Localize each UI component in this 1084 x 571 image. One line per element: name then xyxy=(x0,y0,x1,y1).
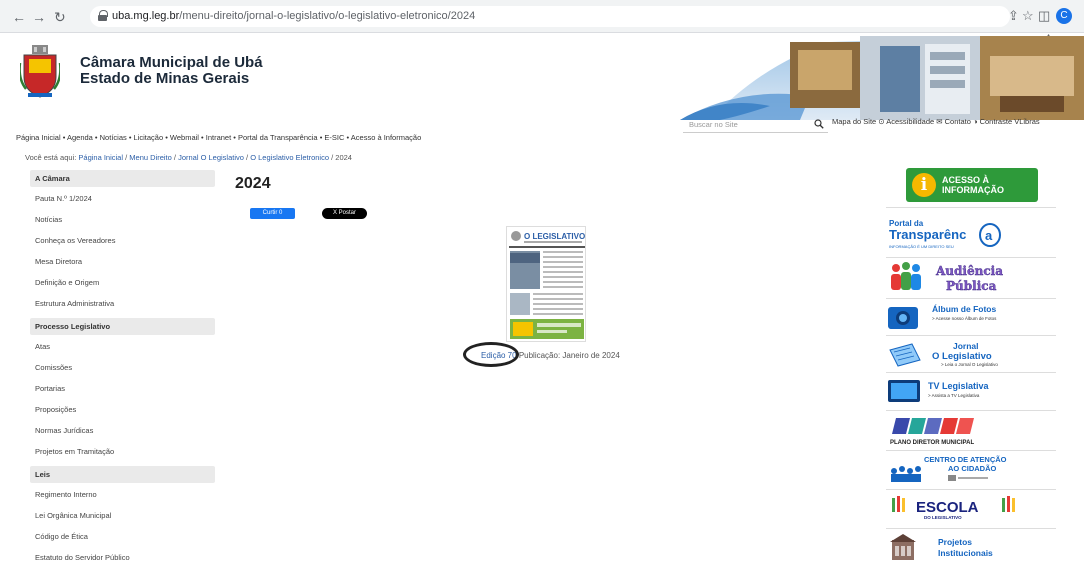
svg-text:CENTRO DE ATENÇÃO: CENTRO DE ATENÇÃO xyxy=(924,455,1007,464)
svg-text:AO CIDADÃO: AO CIDADÃO xyxy=(948,464,996,473)
browser-toolbar: ← → ↻ uba.mg.leg.br/menu-direito/jornal-… xyxy=(0,0,1084,33)
sidebar-item-vereadores[interactable]: Conheça os Vereadores xyxy=(30,229,215,250)
svg-text:ESCOLA: ESCOLA xyxy=(916,499,979,516)
profile-avatar[interactable]: C xyxy=(1056,8,1072,24)
breadcrumb-menu-direito[interactable]: Menu Direito xyxy=(129,153,172,162)
svg-text:Audiência: Audiência xyxy=(935,264,1003,278)
plano-diretor-banner[interactable]: PLANO DIRETOR MUNICIPAL xyxy=(886,414,1056,448)
sidebar-item-projetos-tramitacao[interactable]: Projetos em Tramitação xyxy=(30,440,215,461)
svg-text:> Assista a TV Legislativa: > Assista a TV Legislativa xyxy=(928,393,980,398)
breadcrumb-home[interactable]: Página Inicial xyxy=(78,153,123,162)
newspaper-cover-image: O LEGISLATIVO xyxy=(507,227,585,341)
album-fotos-banner[interactable]: Álbum de Fotos > Acesse nosso Álbum de F… xyxy=(886,301,1056,333)
breadcrumb: Você está aqui: Página Inicial / Menu Di… xyxy=(25,153,352,162)
sidebar-item-pauta[interactable]: Pauta N.º 1/2024 xyxy=(30,187,215,208)
sidebar-item-proposicoes[interactable]: Proposições xyxy=(30,398,215,419)
svg-text:O Legislativo: O Legislativo xyxy=(932,351,992,362)
svg-text:Transparênc: Transparênc xyxy=(889,227,966,242)
svg-text:DO LEGISLATIVO: DO LEGISLATIVO xyxy=(924,515,962,520)
svg-text:a: a xyxy=(985,228,993,243)
main-navigation[interactable]: Página Inicial • Agenda • Notícias • Lic… xyxy=(16,133,421,142)
left-sidebar: A Câmara Pauta N.º 1/2024 Notícias Conhe… xyxy=(30,170,215,567)
svg-text:INFORMAÇÃO É UM DIREITO SEU: INFORMAÇÃO É UM DIREITO SEU xyxy=(889,244,954,249)
facebook-like-button[interactable]: Curtir 0 xyxy=(250,208,295,219)
sidebar-item-normas[interactable]: Normas Jurídicas xyxy=(30,419,215,440)
projetos-institucionais-banner[interactable]: Projetos Institucionais xyxy=(886,532,1056,566)
svg-text:> Acesse nosso Álbum de Fotos: > Acesse nosso Álbum de Fotos xyxy=(932,315,997,321)
search-icon[interactable] xyxy=(814,119,824,129)
svg-text:Álbum de Fotos: Álbum de Fotos xyxy=(932,304,996,314)
sidebar-item-mesa-diretora[interactable]: Mesa Diretora xyxy=(30,250,215,271)
share-icon[interactable]: ⇪ xyxy=(1008,8,1019,24)
sidebar-item-lei-organica[interactable]: Lei Orgânica Municipal xyxy=(30,504,215,525)
sidebar-item-definicao-origem[interactable]: Definição e Origem xyxy=(30,271,215,292)
svg-text:Institucionais: Institucionais xyxy=(938,548,993,558)
coat-of-arms-logo[interactable] xyxy=(20,43,60,99)
sidebar-section-processo-legislativo[interactable]: Processo Legislativo xyxy=(30,318,215,335)
sidebar-item-codigo-etica[interactable]: Código de Ética xyxy=(30,525,215,546)
escola-legislativo-banner[interactable]: ESCOLA DO LEGISLATIVO xyxy=(886,492,1056,526)
tv-legislativa-banner[interactable]: TV Legislativa > Assista a TV Legislativ… xyxy=(886,376,1056,408)
svg-text:TV Legislativa: TV Legislativa xyxy=(928,381,990,391)
sidebar-item-estrutura[interactable]: Estrutura Administrativa xyxy=(30,292,215,313)
sidebar-item-comissoes[interactable]: Comissões xyxy=(30,356,215,377)
info-icon: i xyxy=(912,173,936,197)
sidebar-item-estatuto[interactable]: Estatuto do Servidor Público xyxy=(30,546,215,567)
bookmark-star-icon[interactable]: ☆ xyxy=(1022,8,1034,24)
sidebar-item-atas[interactable]: Atas xyxy=(30,335,215,356)
portal-transparencia-banner[interactable]: Portal da Transparênc a INFORMAÇÃO É UM … xyxy=(886,212,1056,254)
edition-date: Publicação: Janeiro de 2024 xyxy=(516,351,620,360)
svg-text:O LEGISLATIVO: O LEGISLATIVO xyxy=(524,232,585,241)
utility-links[interactable]: Mapa do Site ⊙ Acessibilidade ✉ Contato … xyxy=(832,117,1040,126)
forward-icon[interactable]: → xyxy=(32,9,46,25)
search-input[interactable]: Buscar no Site xyxy=(689,120,738,129)
lock-icon xyxy=(98,10,108,21)
breadcrumb-current: 2024 xyxy=(335,153,352,162)
newspaper-thumbnail[interactable]: O LEGISLATIVO xyxy=(506,226,586,342)
sidebar-item-regimento[interactable]: Regimento Interno xyxy=(30,483,215,504)
svg-text:Pública: Pública xyxy=(946,279,997,293)
building-photo-banner xyxy=(680,36,1084,120)
side-panel-icon[interactable]: ◫ xyxy=(1038,8,1050,24)
centro-atencao-cidadao-banner[interactable]: CENTRO DE ATENÇÃO AO CIDADÃO xyxy=(886,453,1056,487)
sidebar-item-noticias[interactable]: Notícias xyxy=(30,208,215,229)
search-field[interactable]: Buscar no Site xyxy=(683,117,828,133)
back-icon[interactable]: ← xyxy=(12,9,26,25)
svg-text:Jornal: Jornal xyxy=(953,341,979,351)
audiencia-publica-banner[interactable]: Audiência Pública xyxy=(886,260,1056,296)
x-post-button[interactable]: X Postar xyxy=(322,208,367,219)
site-title[interactable]: Câmara Municipal de Ubá Estado de Minas … xyxy=(80,55,263,87)
acesso-informacao-banner[interactable]: i ACESSO À INFORMAÇÃO xyxy=(906,168,1038,202)
reload-icon[interactable]: ↻ xyxy=(54,9,66,26)
address-bar[interactable]: uba.mg.leg.br/menu-direito/jornal-o-legi… xyxy=(90,6,1010,27)
jornal-legislativo-banner[interactable]: Jornal O Legislativo > Leia o Jornal O L… xyxy=(886,338,1056,370)
highlight-circle-annotation xyxy=(463,342,519,367)
url-text: uba.mg.leg.br/menu-direito/jornal-o-legi… xyxy=(112,10,476,22)
breadcrumb-jornal[interactable]: Jornal O Legislativo xyxy=(178,153,244,162)
svg-text:PLANO DIRETOR MUNICIPAL: PLANO DIRETOR MUNICIPAL xyxy=(890,440,974,446)
sidebar-section-a-camara[interactable]: A Câmara xyxy=(30,170,215,187)
sidebar-section-leis[interactable]: Leis xyxy=(30,466,215,483)
sidebar-item-portarias[interactable]: Portarias xyxy=(30,377,215,398)
svg-text:> Leia o Jornal O Legislativo: > Leia o Jornal O Legislativo xyxy=(941,362,998,367)
page-title: 2024 xyxy=(235,175,271,192)
breadcrumb-eletronico[interactable]: O Legislativo Eletronico xyxy=(250,153,329,162)
svg-text:Projetos: Projetos xyxy=(938,537,972,547)
